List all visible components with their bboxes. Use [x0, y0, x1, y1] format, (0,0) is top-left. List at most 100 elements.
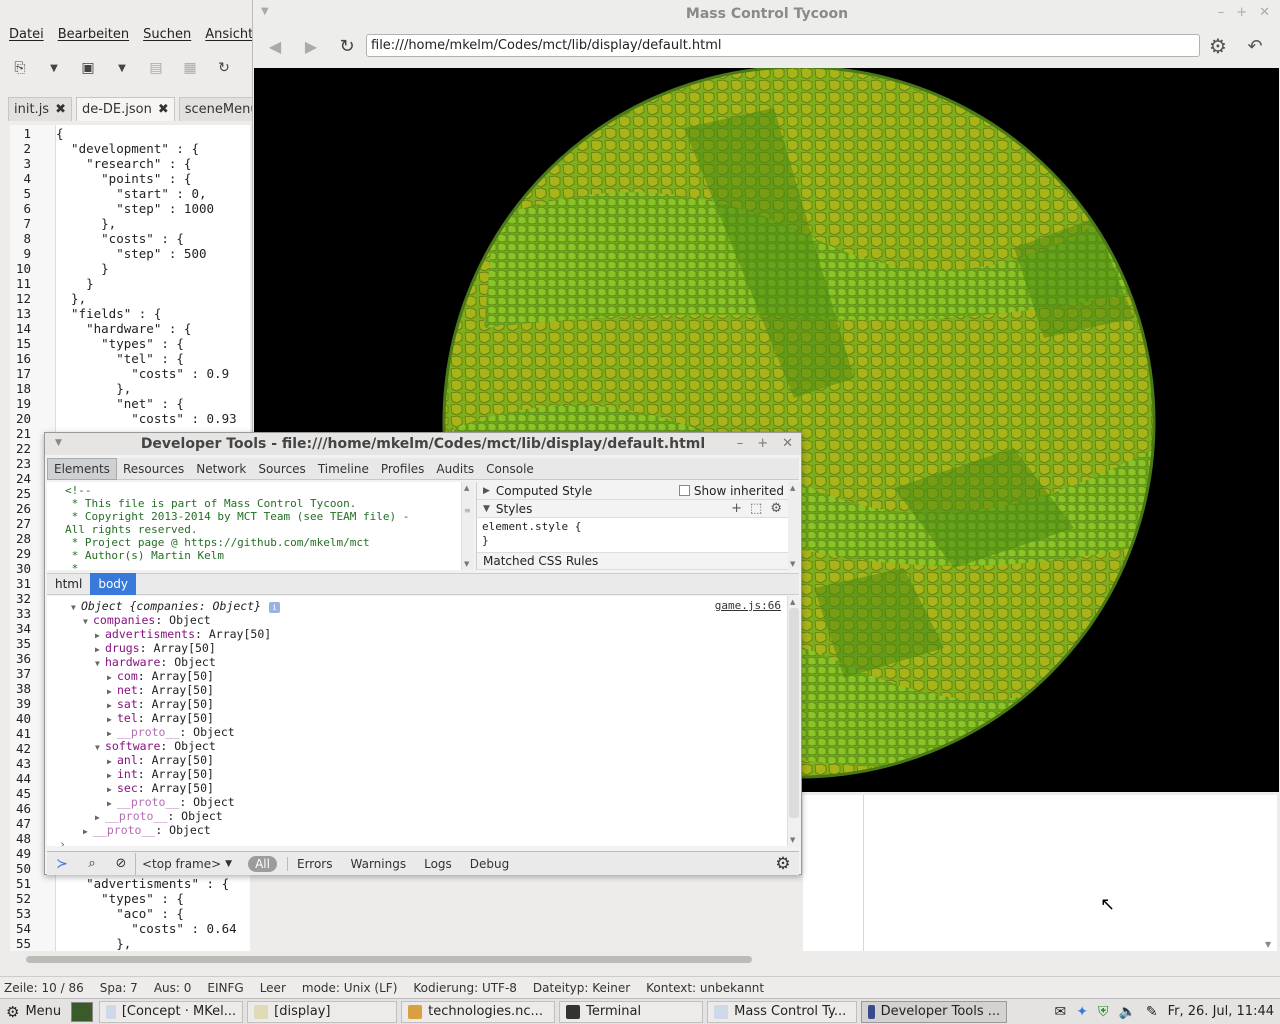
devtools-tab-timeline[interactable]: Timeline: [312, 458, 375, 480]
computed-style-section[interactable]: ▶ Computed Style Show inherited: [477, 482, 788, 500]
console-drawer-icon[interactable]: ≻: [47, 853, 77, 875]
add-rule-icon[interactable]: +: [731, 501, 742, 516]
element-style-rule[interactable]: element.style { }: [477, 518, 788, 552]
devtools-tab-resources[interactable]: Resources: [117, 458, 190, 480]
tray-mail-icon[interactable]: ✉: [1054, 1004, 1066, 1020]
taskbar-task[interactable]: [Concept · MKel...: [99, 1000, 244, 1023]
console-tree-row[interactable]: ▶ int: Array[50]: [47, 767, 787, 781]
editor-tab[interactable]: init.js ✖: [8, 97, 72, 121]
revert-icon[interactable]: ↻: [214, 58, 234, 78]
element-state-icon[interactable]: ⬚: [750, 501, 762, 516]
devtools-tab-network[interactable]: Network: [190, 458, 252, 480]
devtools-tab-sources[interactable]: Sources: [252, 458, 311, 480]
property-value: : Object: [155, 613, 211, 627]
close-icon[interactable]: ✕: [1259, 5, 1270, 20]
filter-logs[interactable]: Logs: [415, 857, 461, 871]
save-icon[interactable]: ▤: [146, 58, 166, 78]
editor-tab[interactable]: de-DE.json ✖: [75, 97, 175, 121]
breadcrumb-html[interactable]: html: [47, 573, 90, 595]
console-tree-row[interactable]: ▶ __proto__: Object: [47, 795, 787, 809]
new-file-icon[interactable]: ⎘: [10, 58, 30, 78]
gear-icon[interactable]: ⚙: [1206, 34, 1230, 58]
taskbar-task[interactable]: Developer Tools ...: [861, 1000, 1008, 1023]
devtools-tab-elements[interactable]: Elements: [47, 457, 117, 480]
dropdown-arrow-icon[interactable]: ▼: [112, 58, 132, 78]
filter-warnings[interactable]: Warnings: [342, 857, 416, 871]
url-input[interactable]: file:///home/mkelm/Codes/mct/lib/display…: [366, 34, 1200, 57]
window-menu-icon[interactable]: ▼: [261, 6, 269, 17]
code-line: "development" : {: [56, 141, 199, 156]
dom-tree-scrollbar[interactable]: ▲ ≡ ▼: [461, 482, 474, 570]
forward-arrow-icon[interactable]: ▶: [299, 34, 323, 58]
minimize-icon[interactable]: –: [1218, 5, 1225, 20]
console-tree-row[interactable]: ▶ net: Array[50]: [47, 683, 787, 697]
menu-ansicht[interactable]: Ansicht: [205, 27, 253, 42]
menu-bearbeiten[interactable]: Bearbeiten: [58, 27, 129, 42]
tray-shield-icon[interactable]: ⛨: [1098, 1004, 1109, 1020]
undo-icon[interactable]: ↶: [1243, 34, 1267, 58]
settings-gear-icon[interactable]: ⚙: [773, 853, 793, 875]
close-tab-icon[interactable]: ✖: [158, 102, 169, 117]
maximize-icon[interactable]: +: [1236, 5, 1247, 20]
console-output[interactable]: game.js:66 ▼ Object {companies: Object} i ▼…: [47, 596, 787, 846]
console-tree-row[interactable]: ▶ __proto__: Object: [47, 725, 787, 739]
info-icon[interactable]: i: [269, 602, 281, 613]
filter-errors[interactable]: Errors: [286, 856, 342, 871]
menu-datei[interactable]: Datei: [9, 27, 44, 42]
dom-tree[interactable]: <!-- * This file is part of Mass Control…: [47, 482, 461, 570]
console-tree-row[interactable]: ▶ anl: Array[50]: [47, 753, 787, 767]
close-tab-icon[interactable]: ✖: [55, 102, 66, 117]
breadcrumb-body[interactable]: body: [90, 573, 137, 595]
matched-rules-section[interactable]: Matched CSS Rules: [477, 552, 788, 570]
devtools-tab-profiles[interactable]: Profiles: [375, 458, 431, 480]
devtools-tab-console[interactable]: Console: [480, 458, 540, 480]
console-scrollbar[interactable]: ▲ ≡ ▼: [787, 596, 800, 846]
filter-debug[interactable]: Debug: [461, 857, 518, 871]
taskbar-task[interactable]: Mass Control Ty...: [707, 1000, 858, 1023]
console-tree-row[interactable]: ▶ advertisments: Array[50]: [47, 627, 787, 641]
show-inherited-checkbox[interactable]: [678, 485, 690, 496]
console-tree-row[interactable]: ▶ drugs: Array[50]: [47, 641, 787, 655]
clear-console-icon[interactable]: ⊘: [107, 853, 135, 875]
taskbar-task[interactable]: technologies.nc...: [401, 1000, 556, 1023]
console-tree-row[interactable]: ▶ com: Array[50]: [47, 669, 787, 683]
console-tree-row[interactable]: ▶ sat: Array[50]: [47, 697, 787, 711]
back-arrow-icon[interactable]: ◀: [263, 34, 287, 58]
volume-icon[interactable]: 🔈: [1118, 1004, 1135, 1020]
save-all-icon[interactable]: ▦: [180, 58, 200, 78]
console-prompt[interactable]: ›: [47, 837, 787, 846]
gear-icon[interactable]: ⚙: [770, 501, 782, 516]
start-menu-button[interactable]: ⚙ Menu: [0, 1003, 71, 1021]
taskbar-task[interactable]: Terminal: [559, 1000, 704, 1023]
reload-icon[interactable]: ↻: [335, 34, 359, 58]
minimize-icon[interactable]: –: [737, 436, 744, 451]
maximize-icon[interactable]: +: [757, 436, 768, 451]
console-tree-row[interactable]: ▼ hardware: Object: [47, 655, 787, 669]
devtools-tab-audits[interactable]: Audits: [430, 458, 480, 480]
styles-section[interactable]: ▼ Styles + ⬚ ⚙: [477, 500, 788, 518]
console-tree-row[interactable]: ▶ __proto__: Object: [47, 809, 787, 823]
dropdown-arrow-icon[interactable]: ▼: [44, 58, 64, 78]
desktop-switcher-icon[interactable]: [71, 1001, 94, 1022]
console-tree-row[interactable]: ▶ sec: Array[50]: [47, 781, 787, 795]
console-tree-row[interactable]: ▼ software: Object: [47, 739, 787, 753]
console-tree-row[interactable]: ▼ companies: Object: [47, 613, 787, 627]
frame-select[interactable]: <top frame> ▼: [135, 852, 238, 875]
open-file-icon[interactable]: ▣: [78, 58, 98, 78]
search-icon[interactable]: ⌕: [77, 853, 107, 875]
window-menu-icon[interactable]: ▼: [55, 438, 62, 448]
editor-horizontal-scrollbar[interactable]: [22, 952, 1258, 966]
styles-scrollbar[interactable]: ▲ ▼: [788, 482, 800, 570]
taskbar-task[interactable]: [display]: [247, 1000, 398, 1023]
console-tree-row[interactable]: ▶ tel: Array[50]: [47, 711, 787, 725]
clock[interactable]: Fr, 26. Jul, 11:44: [1168, 1004, 1274, 1019]
menu-suchen[interactable]: Suchen: [143, 27, 191, 42]
console-tree-row[interactable]: ▼ Object {companies: Object} i: [47, 599, 787, 613]
show-inherited-toggle[interactable]: Show inherited: [678, 484, 784, 498]
editor-vertical-scrollbar[interactable]: ▼: [1262, 795, 1278, 951]
tray-network-icon[interactable]: ✦: [1076, 1004, 1088, 1020]
tray-tool-icon[interactable]: ✎: [1146, 1004, 1158, 1020]
close-icon[interactable]: ✕: [782, 436, 793, 451]
filter-all[interactable]: All: [248, 855, 277, 872]
console-tree-row[interactable]: ▶ __proto__: Object: [47, 823, 787, 837]
